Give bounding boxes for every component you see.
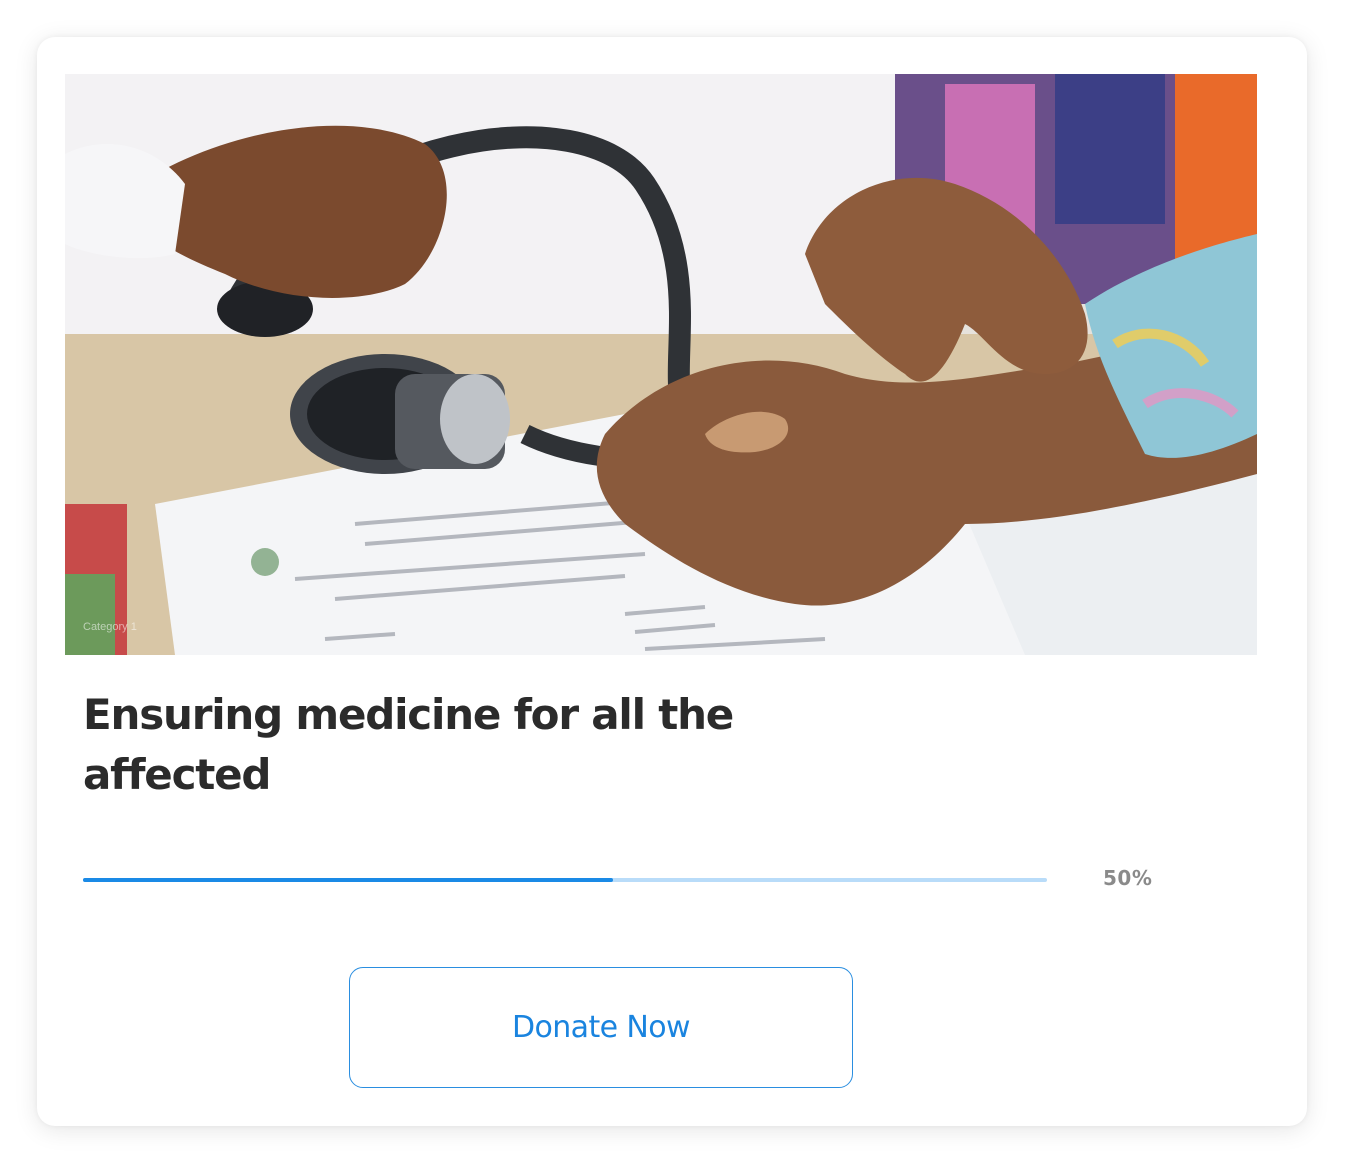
campaign-title: Ensuring medicine for all the affected	[83, 690, 734, 799]
progress-bar-fill	[83, 878, 614, 882]
campaign-card: Category 1 Ensuring medicine for all the…	[37, 37, 1307, 1126]
progress-bar	[83, 878, 1047, 882]
medical-checkup-illustration	[65, 74, 1257, 655]
category-tag: Category 1	[83, 621, 137, 633]
page: Category 1 Ensuring medicine for all the…	[0, 0, 1352, 1171]
progress-percent-label: 50%	[1103, 866, 1153, 890]
donate-now-button[interactable]: Donate Now	[349, 967, 853, 1088]
campaign-image: Category 1	[65, 74, 1257, 655]
